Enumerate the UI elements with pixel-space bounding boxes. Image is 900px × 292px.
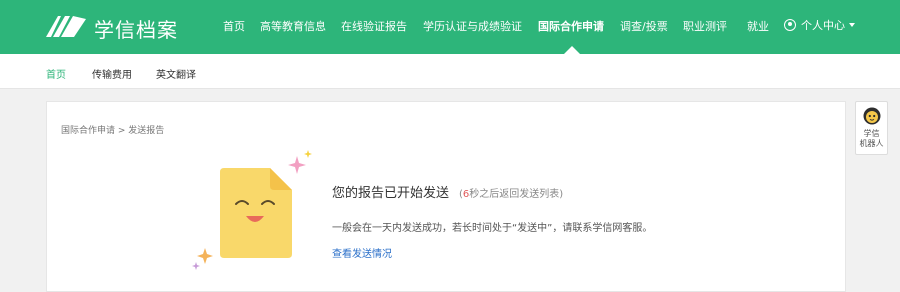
nav-degree-certification[interactable]: 学历认证与成绩验证 [423, 18, 522, 34]
breadcrumb: 国际合作申请 > 发送报告 [61, 126, 165, 136]
robot-avatar-icon [863, 107, 881, 125]
send-status-message: 您的报告已开始发送 (6秒之后返回发送列表) [332, 182, 563, 201]
nav-higher-education[interactable]: 高等教育信息 [260, 18, 326, 34]
smiling-document-illustration-icon [192, 150, 312, 270]
nav-survey-vote[interactable]: 调查/投票 [620, 18, 668, 34]
sub-nav-bar: 首页 传输费用 英文翻译 [0, 54, 900, 89]
nav-career-assessment[interactable]: 职业测评 [683, 18, 727, 34]
subnav-transfer-fees[interactable]: 传输费用 [92, 66, 132, 81]
user-icon [784, 19, 796, 31]
view-send-status-link[interactable]: 查看发送情况 [332, 245, 392, 260]
subnav-home[interactable]: 首页 [46, 66, 66, 81]
nav-international-cooperation[interactable]: 国际合作申请 [538, 18, 604, 34]
user-center-label: 个人中心 [801, 19, 845, 32]
nav-home[interactable]: 首页 [223, 18, 245, 34]
nav-employment[interactable]: 就业 [747, 18, 769, 34]
chat-robot-button[interactable]: 学信 机器人 [855, 101, 888, 155]
countdown-text: (6秒之后返回发送列表) [459, 189, 564, 200]
active-nav-indicator [564, 46, 580, 54]
send-status-title: 您的报告已开始发送 [332, 186, 450, 201]
nav-online-verification[interactable]: 在线验证报告 [341, 18, 407, 34]
robot-label: 学信 机器人 [859, 129, 884, 148]
caret-down-icon [849, 23, 855, 27]
top-nav-bar: 学信档案 首页 高等教育信息 在线验证报告 学历认证与成绩验证 国际合作申请 调… [0, 0, 900, 54]
send-status-description: 一般会在一天内发送成功，若长时间处于“发送中”，请联系学信网客服。 [332, 223, 653, 234]
user-center-menu[interactable]: 个人中心 [784, 17, 855, 33]
subnav-english-translation[interactable]: 英文翻译 [156, 66, 196, 81]
send-report-card: 国际合作申请 > 发送报告 您的报告已开始发送 (6秒之后返回发送列表) 一般会在… [46, 101, 846, 292]
brand-name: 学信档案 [94, 18, 178, 42]
book-logo-icon [46, 16, 86, 37]
